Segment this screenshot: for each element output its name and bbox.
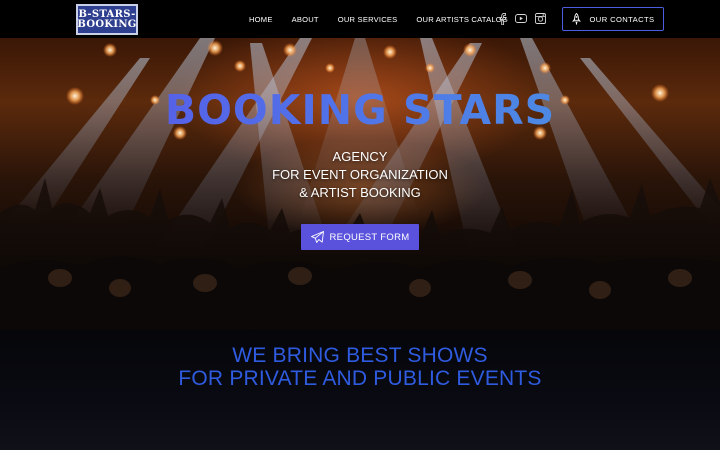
our-contacts-label: OUR CONTACTS — [589, 14, 655, 24]
nav-home[interactable]: HOME — [249, 15, 273, 24]
nav-about[interactable]: ABOUT — [292, 15, 319, 24]
paper-plane-icon — [310, 231, 324, 243]
our-contacts-button[interactable]: OUR CONTACTS — [562, 7, 664, 31]
youtube-icon[interactable] — [515, 12, 527, 25]
request-form-button[interactable]: REQUEST FORM — [301, 224, 419, 250]
shows-heading-line-2: FOR PRIVATE AND PUBLIC EVENTS — [178, 367, 542, 390]
shows-heading-line-1: WE BRING BEST SHOWS — [232, 344, 488, 367]
nav-artists-catalog[interactable]: OUR ARTISTS CATALOG — [416, 15, 508, 24]
hero-title: BOOKING STARS — [0, 86, 720, 134]
rocket-icon — [571, 13, 581, 25]
logo-text-top: B-STARS- — [78, 8, 136, 20]
facebook-icon[interactable] — [496, 12, 508, 25]
nav-our-services[interactable]: OUR SERVICES — [338, 15, 398, 24]
instagram-icon[interactable] — [534, 12, 546, 25]
subtitle-line-2: FOR EVENT ORGANIZATION — [272, 167, 448, 182]
main-nav: HOME ABOUT OUR SERVICES OUR ARTISTS CATA… — [249, 0, 527, 38]
subtitle-line-3: & ARTIST BOOKING — [299, 185, 421, 200]
request-form-label: REQUEST FORM — [329, 231, 410, 243]
subtitle-line-1: AGENCY — [332, 149, 388, 164]
site-header: B-STARS- BOOKING HOME ABOUT OUR SERVICES… — [0, 0, 720, 38]
hero-subtitle: AGENCY FOR EVENT ORGANIZATION & ARTIST B… — [0, 148, 720, 202]
logo-text-bottom: BOOKING — [77, 18, 137, 30]
hero-section: BOOKING STARS AGENCY FOR EVENT ORGANIZAT… — [0, 38, 720, 330]
social-links — [496, 12, 553, 25]
shows-heading: WE BRING BEST SHOWS FOR PRIVATE AND PUBL… — [0, 344, 720, 390]
site-logo[interactable]: B-STARS- BOOKING — [76, 4, 138, 35]
